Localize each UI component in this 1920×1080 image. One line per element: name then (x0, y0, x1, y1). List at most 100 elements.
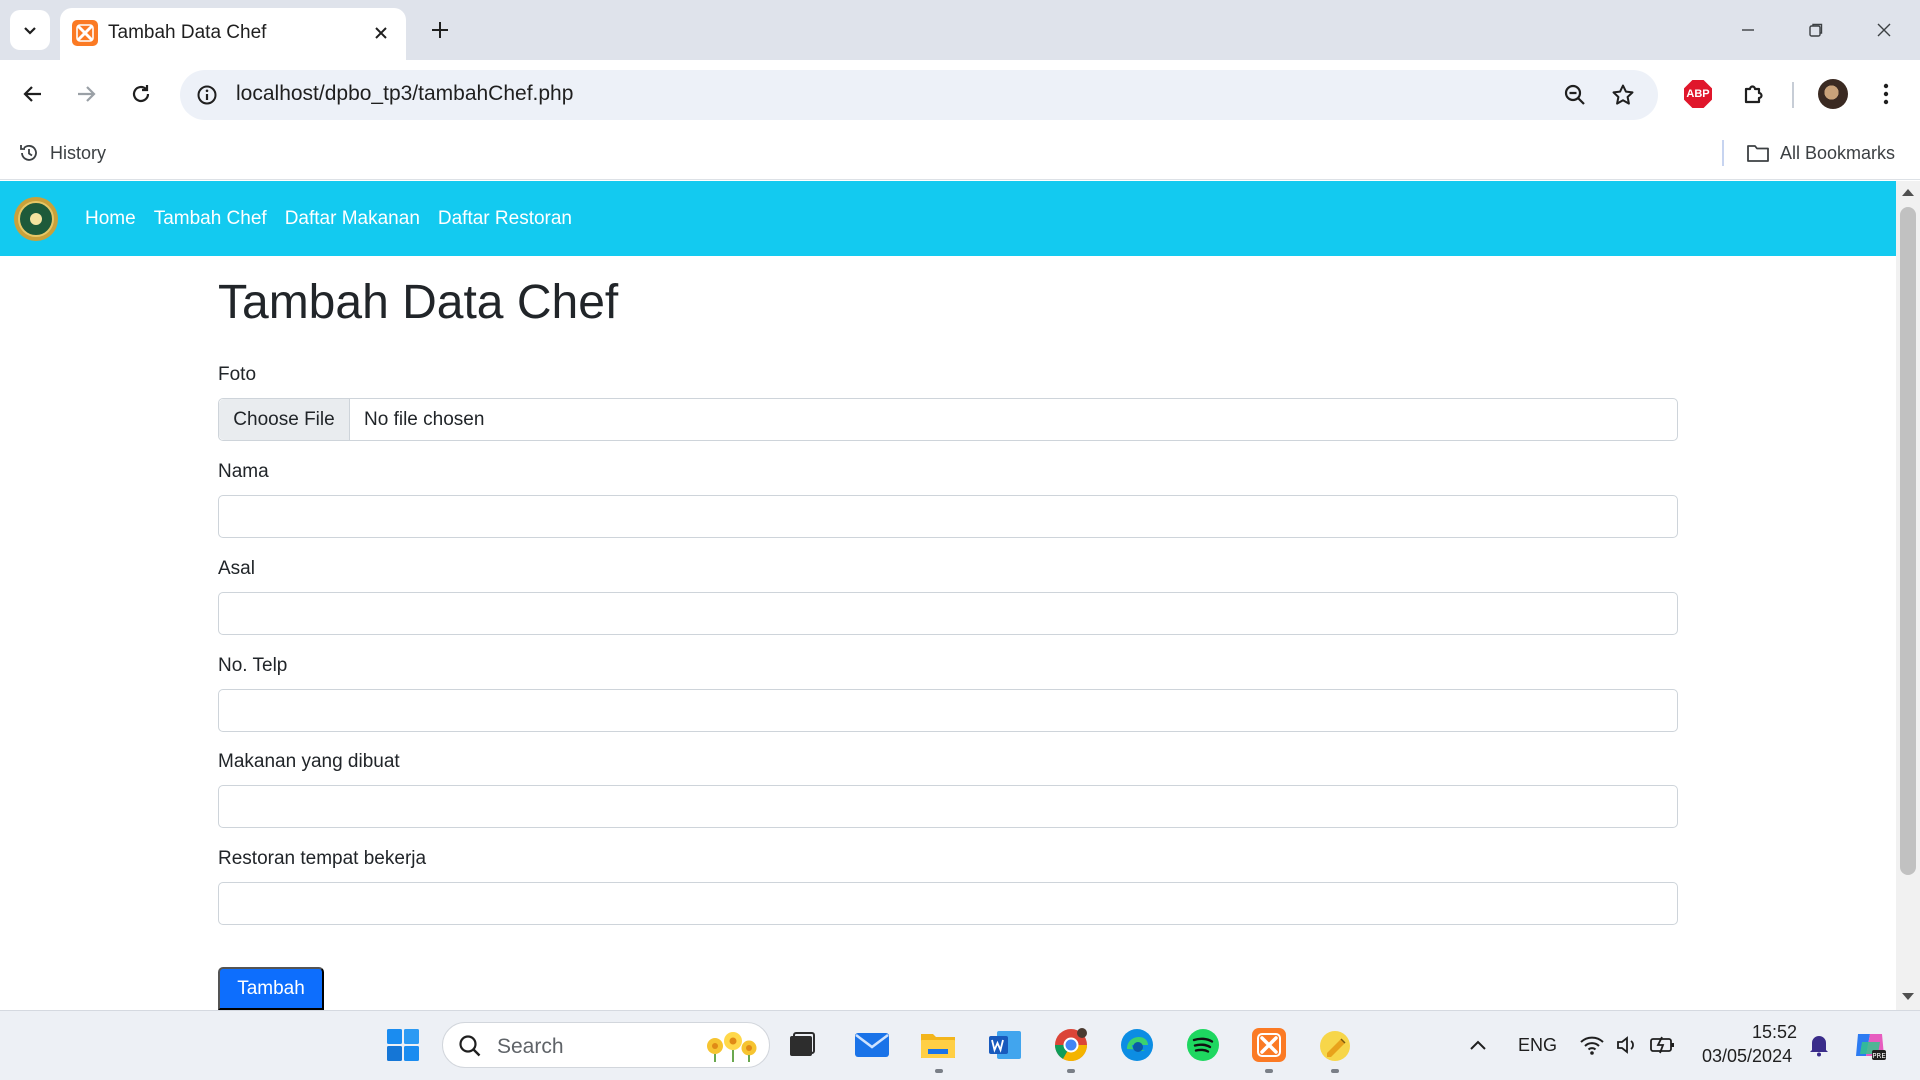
browser-menu-button[interactable] (1866, 74, 1906, 114)
foto-label: Foto (218, 364, 257, 385)
edge-app-button[interactable] (1117, 1025, 1157, 1065)
choose-file-button[interactable]: Choose File (219, 399, 350, 440)
active-tab[interactable]: Tambah Data Chef (60, 8, 406, 60)
taskbar-search[interactable]: Search (442, 1022, 770, 1068)
bookmarks-bar: History All Bookmarks (0, 128, 1920, 180)
bookmark-star-button[interactable] (1608, 80, 1638, 110)
extensions-button[interactable] (1734, 74, 1774, 114)
arrow-left-icon (23, 86, 41, 102)
svg-text:PRE: PRE (1872, 1052, 1886, 1060)
scroll-down-arrow-icon[interactable] (1902, 993, 1914, 1000)
running-indicator (1067, 1069, 1075, 1073)
xampp-icon (72, 20, 98, 46)
copilot-button[interactable]: PRE (1850, 1025, 1890, 1065)
xampp-app-button[interactable] (1249, 1025, 1289, 1065)
sticky-app-button[interactable] (1315, 1025, 1355, 1065)
word-app-button[interactable] (985, 1025, 1025, 1065)
file-status: No file chosen (364, 409, 485, 430)
bookmark-history[interactable]: History (18, 140, 106, 166)
site-navbar: Home Tambah Chef Daftar Makanan Daftar R… (0, 181, 1896, 256)
mail-app-button[interactable] (852, 1025, 892, 1065)
search-icon (459, 1035, 481, 1057)
battery-charging-icon (1650, 1036, 1674, 1054)
scroll-up-arrow-icon[interactable] (1902, 189, 1914, 196)
makanan-input[interactable] (218, 785, 1678, 828)
page-scrollbar[interactable] (1896, 181, 1920, 1010)
close-tab-button[interactable] (366, 18, 396, 48)
site-info-button[interactable] (192, 80, 222, 110)
nav-link-tambah-chef[interactable]: Tambah Chef (154, 208, 267, 230)
nama-input[interactable] (218, 495, 1678, 538)
bookmark-history-label: History (50, 142, 107, 163)
tambah-button[interactable]: Tambah (218, 967, 324, 1010)
logo-emblem-icon (18, 201, 54, 237)
asal-input[interactable] (218, 592, 1678, 635)
profile-button[interactable] (1813, 74, 1853, 114)
folder-icon (1747, 145, 1769, 162)
all-bookmarks-label: All Bookmarks (1780, 142, 1896, 163)
reload-icon (132, 85, 150, 103)
scrollbar-thumb[interactable] (1900, 207, 1916, 875)
all-bookmarks-button[interactable]: All Bookmarks (1746, 140, 1895, 166)
restore-button[interactable] (1788, 8, 1844, 52)
tab-search-button[interactable] (10, 10, 50, 50)
file-explorer-button[interactable] (918, 1025, 958, 1065)
clock-time[interactable]: 15:52 (1752, 1022, 1797, 1043)
nav-link-daftar-makanan[interactable]: Daftar Makanan (285, 208, 420, 230)
search-placeholder: Search (497, 1035, 564, 1058)
puzzle-icon (1744, 85, 1763, 104)
browser-toolbar: localhost/dpbo_tp3/tambahChef.php ABP (0, 60, 1920, 128)
nama-label: Nama (218, 461, 269, 482)
task-view-icon (790, 1032, 815, 1056)
history-icon (20, 145, 37, 161)
reload-button[interactable] (121, 74, 161, 114)
tray-overflow-button[interactable] (1458, 1025, 1498, 1065)
volume-icon (1617, 1036, 1634, 1054)
pencil-app-icon (1320, 1031, 1350, 1061)
new-tab-button[interactable] (422, 12, 458, 48)
toolbar-divider (1792, 82, 1794, 108)
plus-icon (432, 22, 448, 38)
forward-button[interactable] (66, 74, 106, 114)
foto-file-input[interactable]: Choose File No file chosen (218, 398, 1678, 441)
running-indicator (1331, 1069, 1339, 1073)
start-button[interactable] (383, 1025, 423, 1065)
nav-link-daftar-restoran[interactable]: Daftar Restoran (438, 208, 572, 230)
clock-date[interactable]: 03/05/2024 (1702, 1046, 1792, 1067)
battery-button[interactable] (1643, 1025, 1683, 1065)
volume-button[interactable] (1607, 1025, 1647, 1065)
running-indicator (935, 1069, 943, 1073)
folder-icon (921, 1034, 955, 1058)
zoom-button[interactable] (1560, 80, 1590, 110)
restoran-label: Restoran tempat bekerja (218, 848, 427, 869)
close-icon (375, 27, 387, 39)
flowers-icon (707, 1032, 757, 1062)
chevron-down-icon (24, 27, 36, 35)
bell-icon (1810, 1036, 1828, 1057)
xampp-icon (1252, 1028, 1286, 1062)
url-text[interactable]: localhost/dpbo_tp3/tambahChef.php (236, 82, 573, 106)
restoran-input[interactable] (218, 882, 1678, 925)
spotify-icon (1187, 1029, 1219, 1061)
spotify-app-button[interactable] (1183, 1025, 1223, 1065)
back-button[interactable] (13, 74, 53, 114)
wifi-button[interactable] (1572, 1025, 1612, 1065)
site-logo[interactable] (14, 197, 58, 241)
nav-link-home[interactable]: Home (85, 208, 136, 230)
arrow-right-icon (78, 86, 96, 102)
minimize-button[interactable] (1720, 8, 1776, 52)
address-bar[interactable]: localhost/dpbo_tp3/tambahChef.php (180, 70, 1658, 120)
no-telp-label: No. Telp (218, 655, 288, 676)
close-window-button[interactable] (1856, 8, 1912, 52)
info-icon (197, 85, 217, 105)
windows-logo-icon (387, 1029, 419, 1061)
notifications-button[interactable] (1799, 1025, 1839, 1065)
chrome-app-button[interactable] (1051, 1025, 1091, 1065)
more-vertical-icon (1883, 83, 1889, 105)
page-viewport: Home Tambah Chef Daftar Makanan Daftar R… (0, 181, 1896, 1010)
adblock-extension-button[interactable]: ABP (1678, 74, 1718, 114)
language-indicator[interactable]: ENG (1518, 1035, 1557, 1056)
no-telp-input[interactable] (218, 689, 1678, 732)
makanan-label: Makanan yang dibuat (218, 751, 400, 772)
task-view-button[interactable] (782, 1025, 822, 1065)
